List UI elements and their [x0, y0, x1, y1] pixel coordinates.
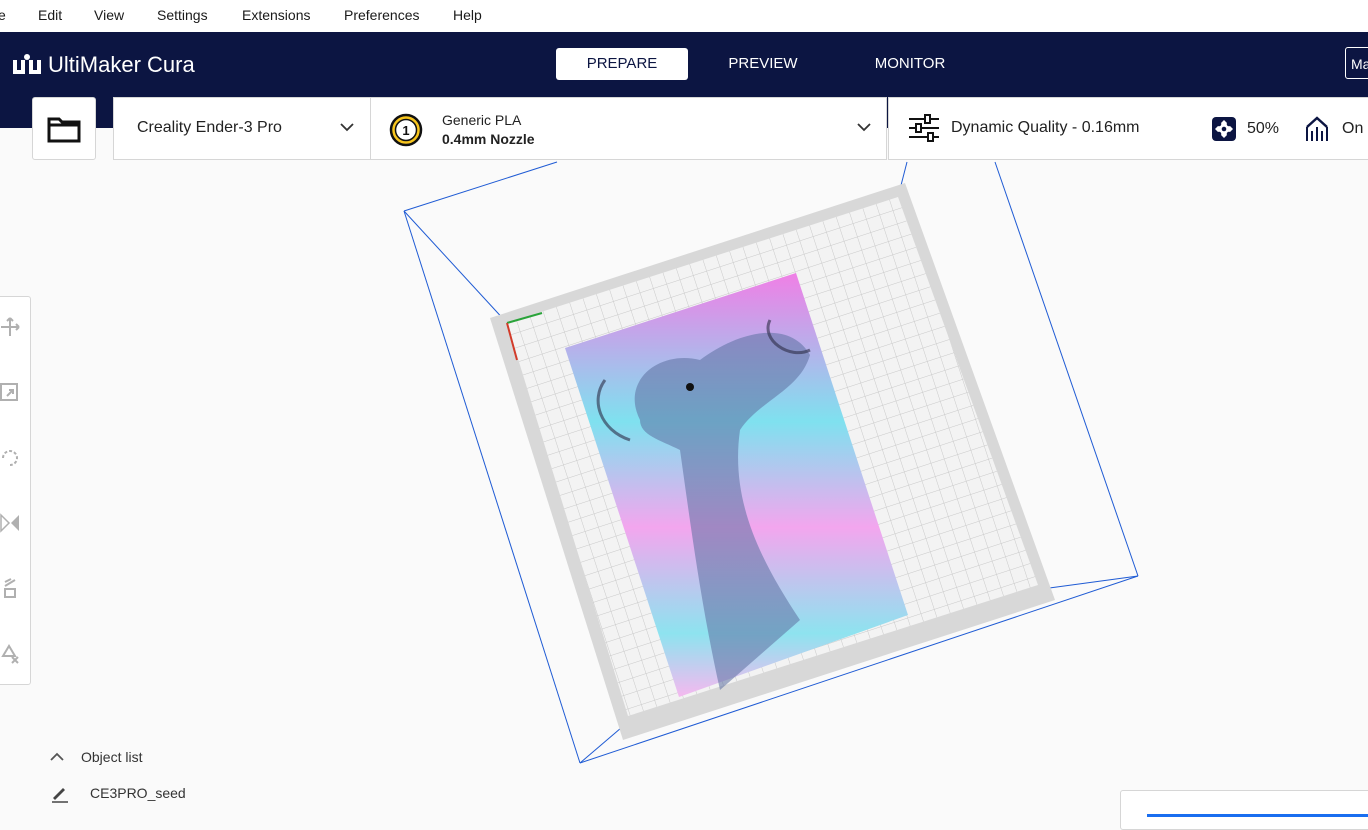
- marketplace-button[interactable]: Ma: [1345, 47, 1368, 79]
- object-list-title: Object list: [81, 749, 143, 765]
- menu-edit[interactable]: Edit: [38, 7, 62, 23]
- object-name: CE3PRO_seed: [90, 785, 186, 801]
- object-list-toggle[interactable]: Object list: [48, 746, 142, 768]
- menu-file[interactable]: e: [0, 7, 6, 23]
- tab-monitor[interactable]: MONITOR: [858, 48, 962, 80]
- menu-extensions[interactable]: Extensions: [242, 7, 310, 23]
- move-icon: [1, 317, 20, 336]
- material-name: Generic PLA: [442, 112, 522, 128]
- menu-view[interactable]: View: [94, 7, 124, 23]
- mirror-icon: [0, 513, 19, 533]
- move-tool-button[interactable]: [0, 307, 21, 347]
- pencil-icon: [52, 788, 68, 803]
- per-model-settings-button[interactable]: [0, 568, 21, 608]
- rotate-icon: [2, 450, 18, 466]
- support-blocker-icon: [1, 644, 19, 664]
- ultimaker-logo-icon: [13, 54, 41, 74]
- scale-tool-button[interactable]: [0, 373, 21, 413]
- mirror-tool-button[interactable]: [0, 503, 21, 543]
- object-list-item[interactable]: CE3PRO_seed: [50, 783, 186, 803]
- menu-help[interactable]: Help: [453, 7, 482, 23]
- chevron-up-icon: [50, 752, 64, 761]
- per-model-settings-icon: [4, 578, 16, 598]
- app-brand-name: UltiMaker Cura: [48, 52, 195, 77]
- tab-prepare[interactable]: PREPARE: [556, 48, 688, 80]
- tool-panel: [0, 296, 31, 685]
- app-logo: UltiMaker Cura: [12, 52, 195, 78]
- slice-action-panel[interactable]: [1120, 790, 1368, 830]
- scale-icon: [0, 383, 18, 401]
- build-plate-viewport[interactable]: [0, 128, 1368, 816]
- tab-preview[interactable]: PREVIEW: [710, 48, 816, 80]
- support-blocker-button[interactable]: [0, 633, 21, 673]
- rotate-tool-button[interactable]: [0, 438, 21, 478]
- object-list: Object list: [48, 746, 142, 768]
- menu-bar: e Edit View Settings Extensions Preferen…: [0, 0, 1368, 32]
- menu-settings[interactable]: Settings: [157, 7, 208, 23]
- menu-preferences[interactable]: Preferences: [344, 7, 419, 23]
